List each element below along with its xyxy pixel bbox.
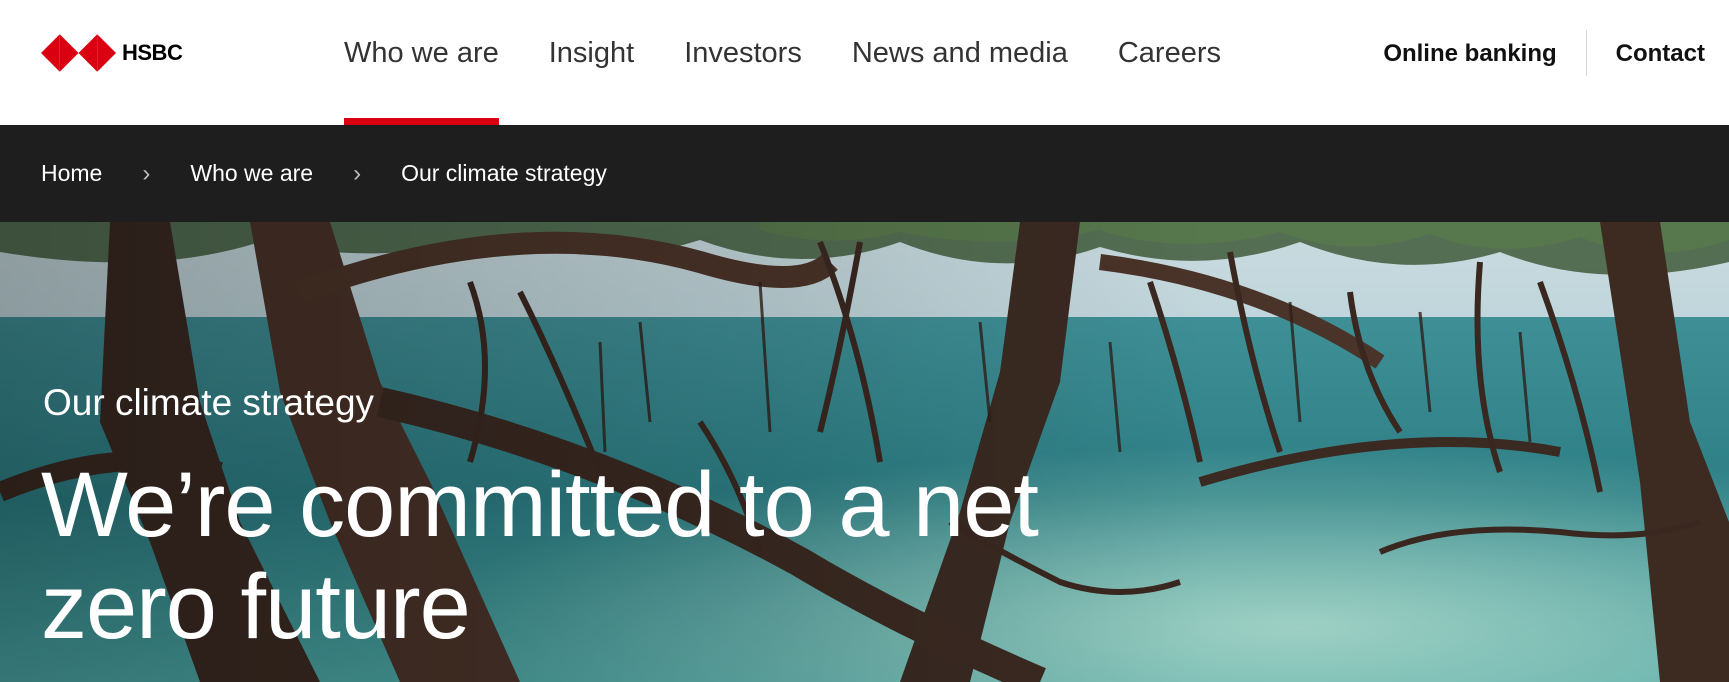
hsbc-logo[interactable]: HSBC: [41, 34, 183, 72]
nav-careers[interactable]: Careers: [1118, 0, 1221, 125]
breadcrumb-current-page: Our climate strategy: [401, 160, 607, 186]
hero-eyebrow: Our climate strategy: [43, 382, 375, 423]
nav-who-we-are[interactable]: Who we are: [344, 0, 499, 125]
brand-name: HSBC: [122, 40, 183, 65]
breadcrumb-home[interactable]: Home: [41, 160, 102, 187]
contact-link[interactable]: Contact: [1616, 0, 1705, 68]
nav-news-and-media[interactable]: News and media: [852, 0, 1068, 125]
top-navigation: HSBC Who we are Insight Investors News a…: [0, 0, 1729, 125]
nav-insight[interactable]: Insight: [549, 0, 634, 125]
chevron-right-icon: ›: [353, 159, 362, 187]
nav-investors[interactable]: Investors: [684, 0, 802, 125]
breadcrumb: Home › Who we are › Our climate strategy: [0, 125, 1729, 222]
utility-divider: [1585, 30, 1587, 76]
online-banking-link[interactable]: Online banking: [1383, 0, 1556, 68]
hero-title: We’re committed to a net zero future: [41, 454, 1039, 658]
utility-nav: Online banking Contact: [1383, 0, 1705, 125]
breadcrumb-who-we-are[interactable]: Who we are: [190, 160, 313, 187]
chevron-right-icon: ›: [142, 159, 151, 187]
hsbc-hexagon-logo-icon: [41, 34, 116, 72]
primary-nav: Who we are Insight Investors News and me…: [344, 0, 1271, 125]
hero-banner: Our climate strategy We’re committed to …: [0, 222, 1729, 682]
